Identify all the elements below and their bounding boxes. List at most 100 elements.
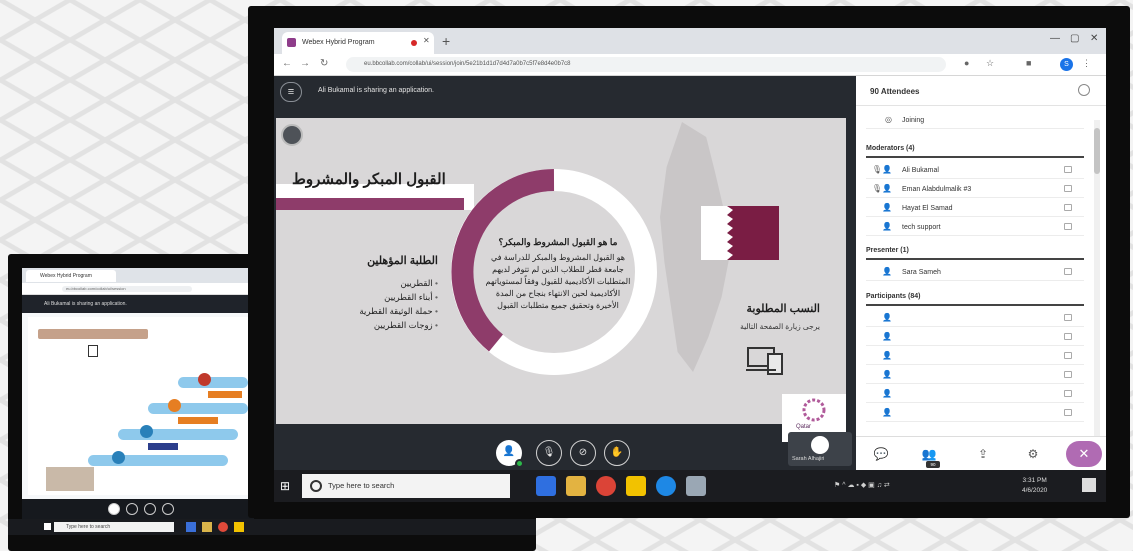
close-panel-button[interactable]: ✕ xyxy=(1066,441,1102,467)
minimize-button[interactable]: — xyxy=(1050,33,1060,44)
attendee-options-icon[interactable] xyxy=(1064,166,1072,173)
task-view-icon[interactable] xyxy=(536,476,556,496)
user-icon: 👤 xyxy=(882,267,892,276)
my-status-avatar-button[interactable]: 👤 xyxy=(496,440,524,468)
attendee-options-icon[interactable] xyxy=(1064,314,1072,321)
url-field[interactable]: eu.bbcollab.com/collab/ui/session xyxy=(62,286,192,292)
file-explorer-icon[interactable] xyxy=(566,476,586,496)
attendee-row[interactable]: 👤 xyxy=(866,346,1084,365)
back-arrow-icon[interactable]: ← xyxy=(282,58,292,69)
brand-logo-icon xyxy=(802,398,826,422)
camera-permission-icon[interactable]: ● xyxy=(964,58,969,68)
settings-gear-icon[interactable]: ⚙ xyxy=(1022,444,1044,464)
share-content-icon[interactable]: ⇪ xyxy=(972,444,994,464)
attendee-row[interactable]: 🎙👤 Ali Bukamal xyxy=(866,160,1084,179)
maximize-button[interactable]: ▢ xyxy=(1070,33,1079,44)
required-ratios-subtitle: يرجى زيارة الصفحة التالية xyxy=(740,322,820,331)
close-window-button[interactable]: ✕ xyxy=(1090,33,1098,44)
microphone-icon[interactable]: 🎙 xyxy=(536,440,562,466)
microphone-icon[interactable] xyxy=(126,503,138,515)
path-label xyxy=(178,417,218,424)
profile-avatar[interactable]: S xyxy=(1060,58,1073,71)
forward-arrow-icon[interactable]: → xyxy=(300,58,310,69)
browser-tab-bar: Webex Hybrid Program xyxy=(22,268,254,283)
university-logo xyxy=(281,124,303,146)
collab-app: Ali Bukamal is sharing an application. xyxy=(22,295,254,499)
user-icon: 👤 xyxy=(882,313,892,322)
attendee-options-icon[interactable] xyxy=(1064,268,1072,275)
notifications-icon[interactable] xyxy=(1082,478,1096,492)
participant-camera-thumbnail[interactable]: Sarah Alhajiri xyxy=(788,432,852,466)
brand-wordmark: Qatar xyxy=(796,424,812,430)
raise-hand-icon[interactable] xyxy=(162,503,174,515)
shared-slide xyxy=(28,317,254,495)
reload-icon[interactable]: ↻ xyxy=(320,58,328,69)
share-status-bar: ≡ Ali Bukamal is sharing an application. xyxy=(274,76,856,108)
session-controls xyxy=(22,499,254,519)
close-tab-icon[interactable]: ✕ xyxy=(423,36,430,45)
chrome-icon[interactable] xyxy=(218,522,228,532)
raise-hand-icon[interactable]: ✋ xyxy=(604,440,630,466)
taskbar-search[interactable]: Type here to search xyxy=(54,522,174,532)
attendee-options-icon[interactable] xyxy=(1064,409,1072,416)
extension-icon[interactable]: ■ xyxy=(1026,58,1031,68)
attendee-row[interactable]: 👤 xyxy=(866,384,1084,403)
joining-row: ◎ Joining xyxy=(866,110,1084,129)
camera-off-icon[interactable]: ⊘ xyxy=(570,440,596,466)
eligible-title: الطلبة المؤهلين xyxy=(367,255,438,267)
browser-tab[interactable]: Webex Hybrid Program xyxy=(26,270,116,282)
attendee-row[interactable]: 🎙👤 Eman Alabdulmalik #3 xyxy=(866,179,1084,198)
bookmark-star-icon[interactable]: ☆ xyxy=(986,58,994,69)
camera-icon[interactable] xyxy=(144,503,156,515)
attendee-row[interactable]: 👤 Hayat El Samad xyxy=(866,198,1084,217)
required-ratios-title: النسب المطلوبة xyxy=(746,303,820,315)
eligible-list: القطريين أبناء القطريين حملة الوثيقة الق… xyxy=(314,276,438,332)
edge-icon[interactable] xyxy=(656,476,676,496)
attendee-row[interactable]: 👤 tech support xyxy=(866,217,1084,236)
taskbar-app-icon[interactable] xyxy=(186,522,196,532)
avatar-button[interactable] xyxy=(108,503,120,515)
browser-tab[interactable]: Webex Hybrid Program ✕ xyxy=(282,32,434,54)
taskbar-clock[interactable]: 3:31 PM 4/6/2020 xyxy=(1022,476,1047,496)
system-tray-icons[interactable]: ⚑ ^ ☁ ▪ ◆ ▣ ♫ ⇄ xyxy=(834,481,890,489)
chrome-icon[interactable] xyxy=(596,476,616,496)
attendee-options-icon[interactable] xyxy=(1064,352,1072,359)
chat-icon[interactable]: 💬 xyxy=(870,444,892,464)
new-tab-button[interactable]: + xyxy=(442,33,450,49)
path-label xyxy=(208,391,242,398)
app-icon[interactable] xyxy=(686,476,706,496)
share-status-text: Ali Bukamal is sharing an application. xyxy=(44,301,127,307)
attendees-header: 90 Attendees xyxy=(856,76,1106,106)
attendee-options-icon[interactable] xyxy=(1064,371,1072,378)
attendee-options-icon[interactable] xyxy=(1064,223,1072,230)
attendee-options-icon[interactable] xyxy=(1064,204,1072,211)
panel-settings-icon[interactable] xyxy=(1078,84,1090,96)
taskbar-app-icon[interactable] xyxy=(234,522,244,532)
attendee-row[interactable]: 👤 Sara Sameh xyxy=(866,262,1084,281)
attendees-icon[interactable]: 👥 90 xyxy=(918,444,940,468)
attendee-row[interactable]: 👤 xyxy=(866,365,1084,384)
list-item: القطريين xyxy=(314,276,438,290)
windows-start-icon[interactable]: ⊞ xyxy=(280,479,294,493)
attendees-panel: 90 Attendees ◎ Joining Moderators (4) 🎙👤 A… xyxy=(856,76,1106,470)
list-item: زوجات القطريين xyxy=(314,318,438,332)
attendee-row[interactable]: 👤 xyxy=(866,403,1084,422)
user-icon: 👤 xyxy=(882,222,892,231)
taskbar-app-icon[interactable] xyxy=(202,522,212,532)
mic-user-icon: 🎙👤 xyxy=(871,184,892,193)
sticky-notes-icon[interactable] xyxy=(626,476,646,496)
attendee-options-icon[interactable] xyxy=(1064,333,1072,340)
attendee-options-icon[interactable] xyxy=(1064,185,1072,192)
url-field[interactable]: eu.bbcollab.com/collab/ui/session/join/5… xyxy=(346,57,946,72)
attendee-row[interactable]: 👤 xyxy=(866,308,1084,327)
scrollbar-thumb[interactable] xyxy=(1094,128,1100,174)
path-step xyxy=(178,377,248,388)
menu-icon[interactable]: ≡ xyxy=(280,82,302,102)
attendee-options-icon[interactable] xyxy=(1064,390,1072,397)
address-bar: eu.bbcollab.com/collab/ui/session xyxy=(22,283,254,295)
windows-start-icon[interactable] xyxy=(44,523,51,530)
more-menu-icon[interactable]: ⋮ xyxy=(1082,58,1091,69)
panel-scrollbar[interactable] xyxy=(1094,120,1100,440)
taskbar-search[interactable]: Type here to search xyxy=(302,474,510,498)
attendee-row[interactable]: 👤 xyxy=(866,327,1084,346)
